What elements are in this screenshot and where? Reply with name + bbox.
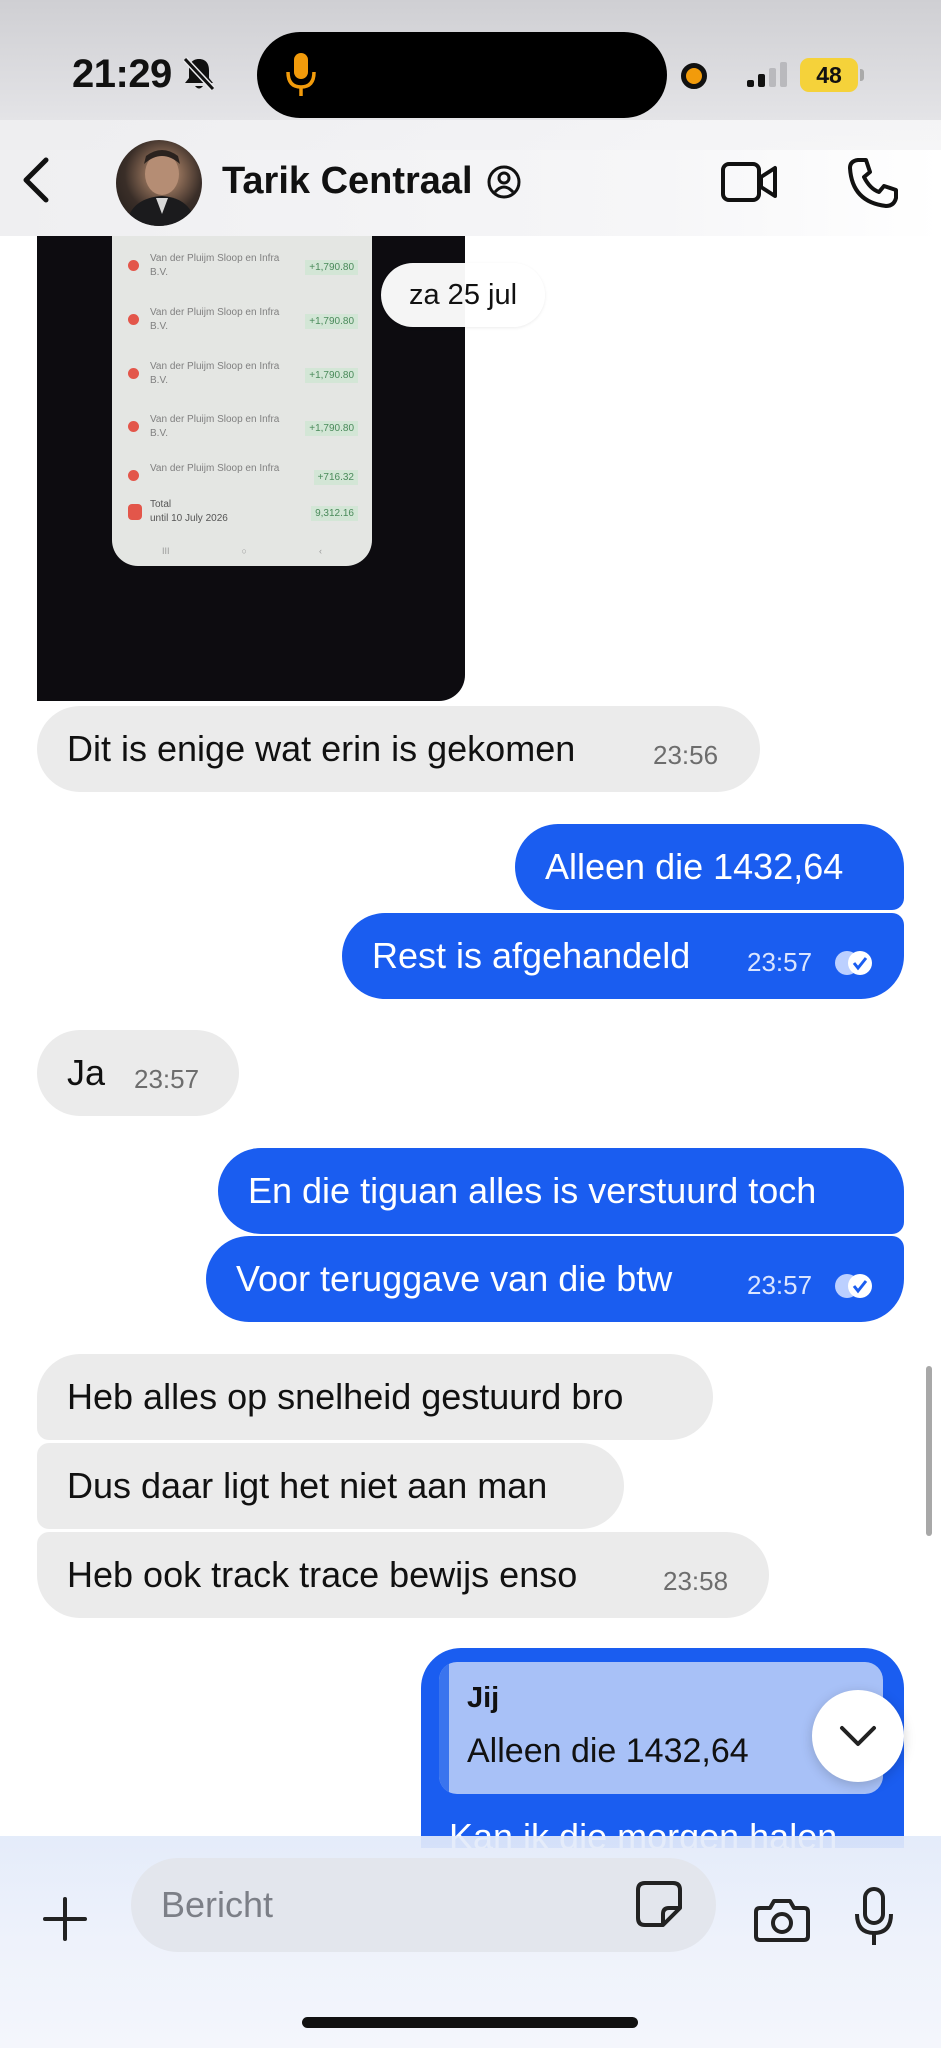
battery-icon: 48 (800, 58, 864, 92)
message-time: 23:56 (653, 740, 719, 770)
photo-row: Van der Pluijm Sloop en Infra B.V. +1,79… (124, 413, 364, 453)
microphone-icon[interactable] (852, 1886, 896, 1948)
message-incoming[interactable]: Ja 23:57 (37, 1030, 239, 1116)
message-text: Voor teruggave van die btw (236, 1258, 673, 1299)
photo-row: Van der Pluijm Sloop en Infra B.V. +1,79… (124, 252, 364, 292)
message-text: Rest is afgehandeld (372, 935, 691, 976)
quote-author: Jij (467, 1682, 500, 1714)
read-check-icon (835, 951, 872, 975)
message-text: Ja (67, 1052, 106, 1093)
message-text: Alleen die 1432,64 (545, 846, 844, 887)
message-incoming[interactable]: Dit is enige wat erin is gekomen 23:56 (37, 706, 760, 792)
date-separator: za 25 jul (381, 263, 546, 327)
message-incoming[interactable]: Heb ook track trace bewijs enso 23:58 (37, 1532, 769, 1618)
message-text: En die tiguan alles is verstuurd toch (248, 1170, 817, 1211)
message-outgoing[interactable]: En die tiguan alles is verstuurd toch (218, 1148, 904, 1234)
message-text: Dus daar ligt het niet aan man (67, 1465, 548, 1506)
avatar[interactable] (116, 140, 202, 226)
message-text: Heb alles op snelheid gestuurd bro (67, 1376, 624, 1417)
message-incoming[interactable]: Heb alles op snelheid gestuurd bro (37, 1354, 713, 1440)
bell-slash-icon (182, 56, 216, 92)
message-outgoing[interactable]: Voor teruggave van die btw 23:57 (206, 1236, 904, 1322)
contact-name[interactable]: Tarik Centraal (222, 160, 473, 203)
sticker-icon[interactable] (633, 1878, 685, 1930)
battery-level: 48 (800, 58, 858, 92)
scroll-to-bottom-button[interactable] (812, 1690, 904, 1782)
message-time: 23:57 (747, 947, 813, 977)
photo-row: Van der Pluijm Sloop en Infra B.V. +1,79… (124, 360, 364, 400)
photo-phone-screen: Van der Pluijm Sloop en Infra B.V. +1,79… (112, 236, 372, 566)
scrollbar[interactable] (926, 1366, 932, 1536)
photo-row: Van der Pluijm Sloop en Infra +716.32 (124, 462, 364, 502)
message-text: Heb ook track trace bewijs enso (67, 1554, 578, 1595)
microphone-icon (286, 53, 316, 96)
message-time: 23:57 (134, 1064, 200, 1094)
cellular-signal-icon (747, 62, 787, 87)
message-text: Dit is enige wat erin is gekomen (67, 728, 576, 769)
message-time: 23:57 (747, 1270, 813, 1300)
photo-row: Van der Pluijm Sloop en Infra B.V. +1,79… (124, 306, 364, 346)
video-camera-icon[interactable] (720, 158, 778, 206)
phone-icon[interactable] (846, 156, 900, 210)
message-input-pill (131, 1858, 716, 1952)
quote-text: Alleen die 1432,64 (467, 1732, 749, 1770)
message-outgoing[interactable]: Rest is afgehandeld 23:57 (342, 913, 904, 999)
status-time: 21:29 (72, 52, 172, 96)
message-incoming[interactable]: Dus daar ligt het niet aan man (37, 1443, 624, 1529)
plus-icon[interactable] (42, 1896, 88, 1942)
message-time: 23:58 (663, 1566, 729, 1596)
message-outgoing[interactable]: Alleen die 1432,64 (515, 824, 904, 910)
recording-dot-icon (681, 63, 707, 89)
back-chevron-icon[interactable] (16, 154, 56, 206)
camera-icon[interactable] (754, 1896, 810, 1944)
chat-header: Tarik Centraal (0, 120, 941, 236)
read-check-icon (835, 1274, 872, 1298)
message-input[interactable] (161, 1858, 591, 1952)
photo-nav-bar: III ○ ‹ (162, 546, 322, 556)
home-indicator (302, 2017, 638, 2028)
photo-total-row: Total until 10 July 2026 9,312.16 (124, 498, 364, 538)
chevron-down-icon (840, 1726, 876, 1746)
profile-badge-icon (487, 165, 521, 199)
